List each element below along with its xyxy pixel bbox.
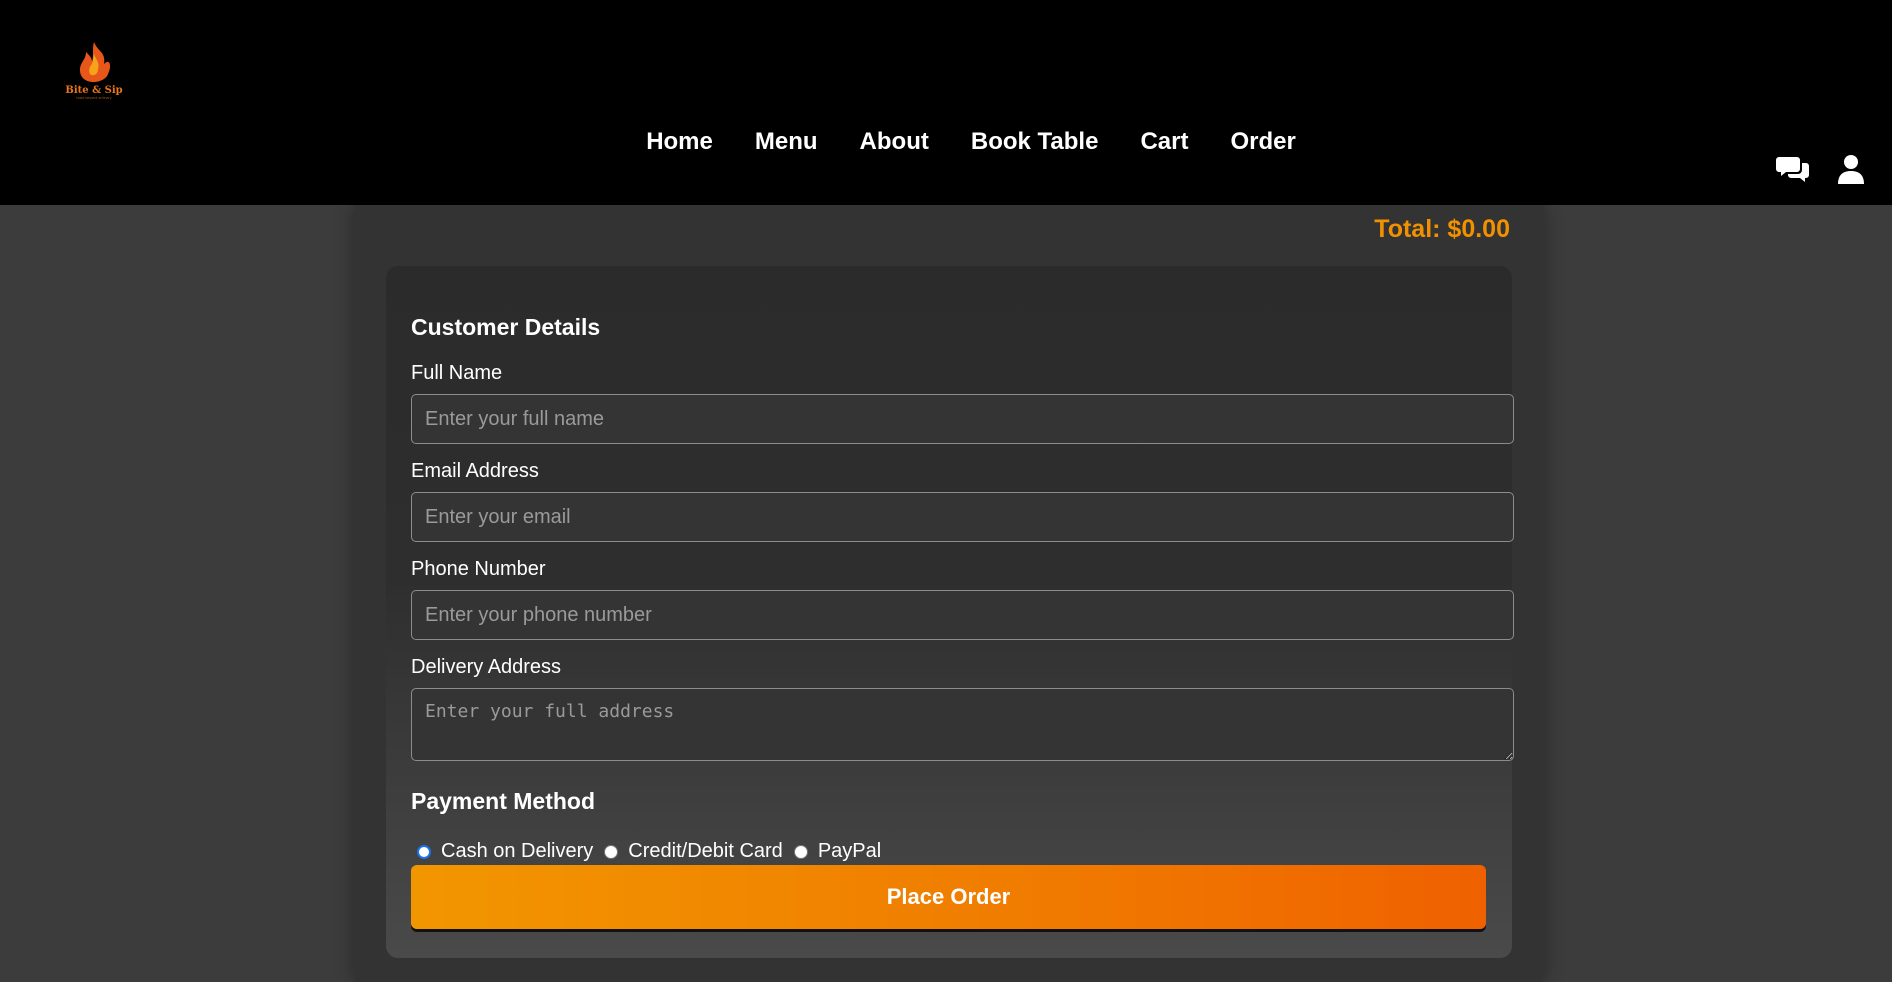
- nav-order[interactable]: Order: [1230, 124, 1295, 160]
- address-textarea[interactable]: [411, 688, 1514, 761]
- payment-options: Cash on Delivery Credit/Debit Card PayPa…: [417, 840, 892, 863]
- radio-cash[interactable]: [417, 844, 431, 859]
- phone-label: Phone Number: [411, 558, 546, 580]
- checkout-panel: Total: $0.00 Customer Details Full Name …: [355, 205, 1543, 982]
- logo-tagline: taste beyond ordinary: [76, 96, 111, 100]
- header-icons: [1776, 154, 1872, 184]
- logo-text: Bite & Sip: [65, 85, 122, 96]
- nav-cart[interactable]: Cart: [1140, 124, 1188, 160]
- email-input[interactable]: [411, 492, 1514, 542]
- brand-logo[interactable]: Bite & Sip taste beyond ordinary: [62, 36, 126, 100]
- nav-home[interactable]: Home: [646, 124, 713, 160]
- chat-icon[interactable]: [1776, 154, 1810, 184]
- full-name-input[interactable]: [411, 394, 1514, 444]
- payment-method-title: Payment Method: [411, 788, 596, 814]
- nav-book-table[interactable]: Book Table: [971, 124, 1099, 160]
- user-icon[interactable]: [1838, 154, 1872, 184]
- order-total: Total: $0.00: [1374, 215, 1510, 243]
- nav-menu[interactable]: Menu: [755, 124, 818, 160]
- radio-paypal-label: PayPal: [817, 840, 882, 862]
- nav-about[interactable]: About: [860, 124, 929, 160]
- site-header: Bite & Sip taste beyond ordinary Home Me…: [0, 0, 1892, 205]
- payment-option-card[interactable]: Credit/Debit Card: [604, 840, 783, 863]
- place-order-button[interactable]: Place Order: [411, 865, 1486, 929]
- radio-cash-label: Cash on Delivery: [441, 840, 594, 862]
- customer-form-card: Customer Details Full Name Email Address…: [386, 266, 1514, 958]
- radio-card[interactable]: [604, 844, 619, 859]
- main-nav: Home Menu About Book Table Cart Order: [0, 124, 1892, 160]
- radio-paypal[interactable]: [793, 844, 808, 859]
- payment-option-paypal[interactable]: PayPal: [793, 840, 882, 863]
- full-name-label: Full Name: [411, 362, 503, 384]
- address-label: Delivery Address: [411, 656, 562, 678]
- radio-card-label: Credit/Debit Card: [628, 840, 783, 862]
- payment-option-cash[interactable]: Cash on Delivery: [417, 840, 593, 863]
- customer-details-title: Customer Details: [411, 314, 601, 340]
- phone-input[interactable]: [411, 590, 1514, 640]
- email-label: Email Address: [411, 460, 539, 482]
